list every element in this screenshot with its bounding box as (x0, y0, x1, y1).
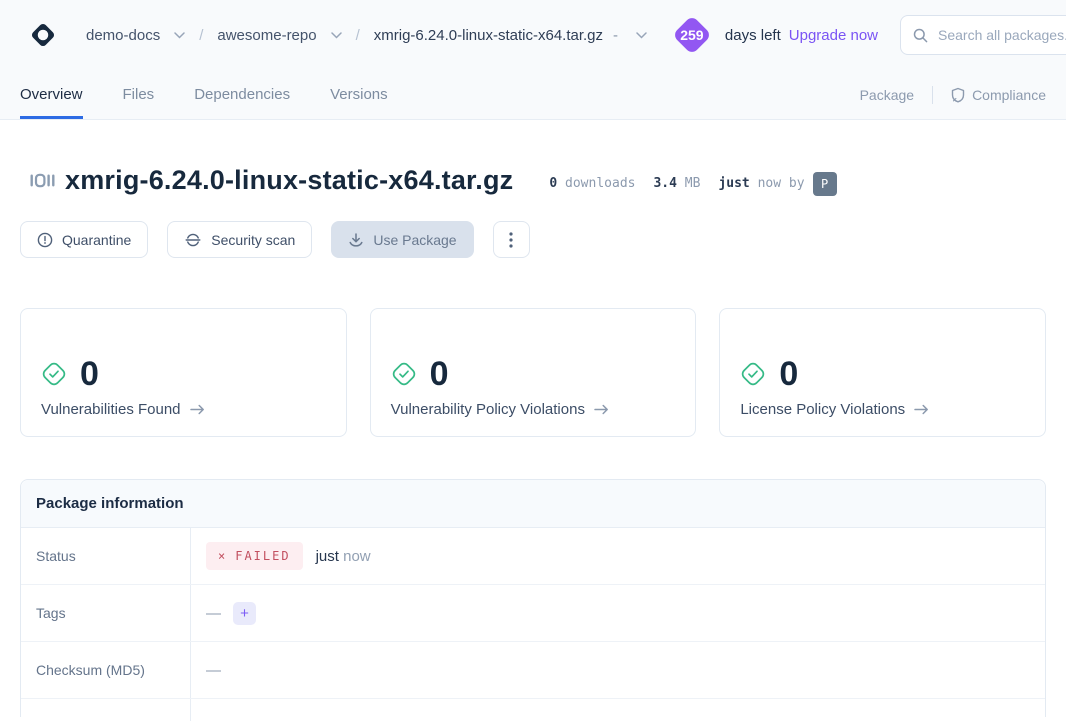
security-scan-label: Security scan (211, 232, 295, 248)
downloads-count: 0 (549, 176, 557, 191)
package-view-link[interactable]: Package (860, 87, 914, 103)
checksum-empty-dash: — (206, 662, 221, 679)
downloads-stat: 0 downloads (549, 176, 635, 191)
size-unit: MB (685, 176, 701, 191)
card-value: 0 (430, 357, 449, 391)
binary-format-icon (30, 173, 55, 193)
arrow-right-icon (914, 404, 929, 415)
breadcrumb: demo-docs / awesome-repo / xmrig-6.24.0-… (86, 27, 661, 44)
scan-icon (184, 232, 202, 248)
uploader-avatar[interactable]: P (813, 172, 837, 196)
main-content: xmrig-6.24.0-linux-static-x64.tar.gz 0 d… (0, 165, 1066, 717)
breadcrumb-org[interactable]: demo-docs (86, 27, 160, 44)
breadcrumb-version-dash: - (613, 27, 618, 44)
breadcrumb-separator: / (356, 27, 360, 44)
search-input[interactable] (938, 27, 1066, 43)
trial-days-label: days left (725, 27, 781, 44)
top-bar: demo-docs / awesome-repo / xmrig-6.24.0-… (0, 0, 1066, 70)
chevron-down-icon[interactable] (636, 32, 647, 39)
arrow-right-icon (190, 404, 205, 415)
vulnerabilities-found-card[interactable]: 0 Vulnerabilities Found (20, 308, 347, 437)
status-row-label: Status (21, 528, 191, 584)
package-meta: 0 downloads 3.4 MB just now by P (531, 172, 836, 196)
checksum-row-label: Checksum (MD5) (21, 642, 191, 698)
card-value: 0 (779, 357, 798, 391)
check-diamond-icon (391, 361, 417, 387)
trial-days-count: 259 (680, 27, 703, 43)
trial-days-badge: 259 (673, 16, 711, 54)
time-rest: now by (758, 176, 805, 191)
package-information-header: Package information (21, 480, 1045, 528)
breadcrumb-separator: / (199, 27, 203, 44)
card-value: 0 (80, 357, 99, 391)
page-title: xmrig-6.24.0-linux-static-x64.tar.gz (65, 165, 513, 196)
tab-files[interactable]: Files (123, 70, 155, 119)
downloads-label: downloads (565, 176, 635, 191)
package-title-row: xmrig-6.24.0-linux-static-x64.tar.gz 0 d… (20, 165, 1046, 196)
tags-empty-dash: — (206, 605, 221, 622)
upload-time-stat: just now by (718, 176, 804, 191)
vertical-divider (932, 86, 933, 104)
tab-overview[interactable]: Overview (20, 70, 83, 119)
more-actions-button[interactable] (493, 221, 530, 258)
status-time-bold: just (316, 548, 339, 565)
check-diamond-icon (740, 361, 766, 387)
add-tag-button[interactable]: + (233, 602, 256, 625)
tab-bar: Overview Files Dependencies Versions Pac… (0, 70, 1066, 120)
x-icon: × (218, 549, 225, 563)
download-icon (348, 232, 364, 248)
check-diamond-icon (41, 361, 67, 387)
chevron-down-icon[interactable] (174, 32, 185, 39)
tab-versions[interactable]: Versions (330, 70, 388, 119)
chevron-down-icon[interactable] (331, 32, 342, 39)
compliance-link[interactable]: Compliance (951, 87, 1046, 103)
breadcrumb-package[interactable]: xmrig-6.24.0-linux-static-x64.tar.gz (374, 27, 603, 44)
card-label: Vulnerabilities Found (41, 401, 181, 418)
status-row: Status × FAILED just now (21, 528, 1045, 585)
vulnerability-policy-violations-card[interactable]: 0 Vulnerability Policy Violations (370, 308, 697, 437)
arrow-right-icon (594, 404, 609, 415)
card-label: License Policy Violations (740, 401, 905, 418)
checksum-row: Checksum (MD5) — (21, 642, 1045, 699)
status-time: just now (316, 548, 371, 565)
alert-circle-icon (37, 232, 53, 248)
use-package-label: Use Package (373, 232, 456, 248)
status-badge-text: FAILED (235, 549, 290, 563)
breadcrumb-repo[interactable]: awesome-repo (217, 27, 316, 44)
truncated-row-label (21, 699, 191, 721)
tags-row: Tags — + (21, 585, 1045, 642)
action-buttons-row: Quarantine Security scan Use Package (20, 221, 1046, 258)
use-package-button[interactable]: Use Package (331, 221, 473, 258)
truncated-row (21, 699, 1045, 717)
package-information-section: Package information Status × FAILED just… (20, 479, 1046, 717)
global-search[interactable] (900, 15, 1066, 55)
upgrade-now-link[interactable]: Upgrade now (789, 27, 878, 44)
time-bold: just (718, 176, 749, 191)
top-right-group: 259 days left Upgrade now (673, 15, 1066, 55)
tags-row-label: Tags (21, 585, 191, 641)
license-policy-violations-card[interactable]: 0 License Policy Violations (719, 308, 1046, 437)
tab-bar-right: Package Compliance (860, 70, 1046, 119)
card-label: Vulnerability Policy Violations (391, 401, 585, 418)
quarantine-label: Quarantine (62, 232, 131, 248)
compliance-label: Compliance (972, 87, 1046, 103)
status-time-gray: now (343, 548, 371, 565)
size-stat: 3.4 MB (653, 176, 700, 191)
search-icon (913, 28, 928, 43)
summary-cards-row: 0 Vulnerabilities Found 0 Vulnerability … (20, 308, 1046, 437)
truncated-row-value (191, 699, 1045, 721)
tab-dependencies[interactable]: Dependencies (194, 70, 290, 119)
brand-logo-icon[interactable] (28, 20, 58, 50)
size-value: 3.4 (653, 176, 676, 191)
security-scan-button[interactable]: Security scan (167, 221, 312, 258)
quarantine-button[interactable]: Quarantine (20, 221, 148, 258)
compliance-shield-icon (951, 87, 965, 103)
kebab-menu-icon (509, 232, 513, 248)
status-badge: × FAILED (206, 542, 303, 570)
